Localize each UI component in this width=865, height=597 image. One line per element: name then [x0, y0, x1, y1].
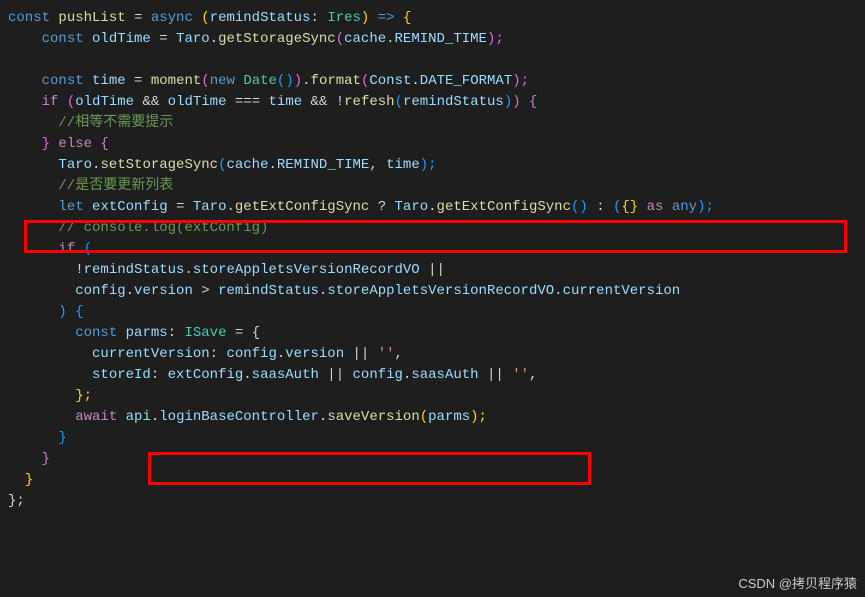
- code-line: //是否要更新列表: [8, 176, 865, 197]
- code-line: //相等不需要提示: [8, 113, 865, 134]
- code-line: if (oldTime && oldTime === time && !refe…: [8, 92, 865, 113]
- watermark: CSDN @拷贝程序猿: [738, 574, 857, 594]
- code-line: }: [8, 449, 865, 470]
- code-line: await api.loginBaseController.saveVersio…: [8, 407, 865, 428]
- code-line: currentVersion: config.version || '',: [8, 344, 865, 365]
- code-line: Taro.setStorageSync(cache.REMIND_TIME, t…: [8, 155, 865, 176]
- code-line: } else {: [8, 134, 865, 155]
- code-line: storeId: extConfig.saasAuth || config.sa…: [8, 365, 865, 386]
- code-line: const pushList = async (remindStatus: Ir…: [8, 8, 865, 29]
- code-line: let extConfig = Taro.getExtConfigSync ? …: [8, 197, 865, 218]
- code-line: };: [8, 491, 865, 512]
- code-editor: const pushList = async (remindStatus: Ir…: [8, 8, 865, 512]
- code-line: };: [8, 386, 865, 407]
- code-line: if (: [8, 239, 865, 260]
- code-line: ) {: [8, 302, 865, 323]
- code-line: const oldTime = Taro.getStorageSync(cach…: [8, 29, 865, 50]
- code-line: const time = moment(new Date()).format(C…: [8, 71, 865, 92]
- code-line: }: [8, 470, 865, 491]
- code-line: // console.log(extConfig): [8, 218, 865, 239]
- code-line: }: [8, 428, 865, 449]
- code-line: const parms: ISave = {: [8, 323, 865, 344]
- code-line: [8, 50, 865, 71]
- code-line: !remindStatus.storeAppletsVersionRecordV…: [8, 260, 865, 281]
- code-line: config.version > remindStatus.storeApple…: [8, 281, 865, 302]
